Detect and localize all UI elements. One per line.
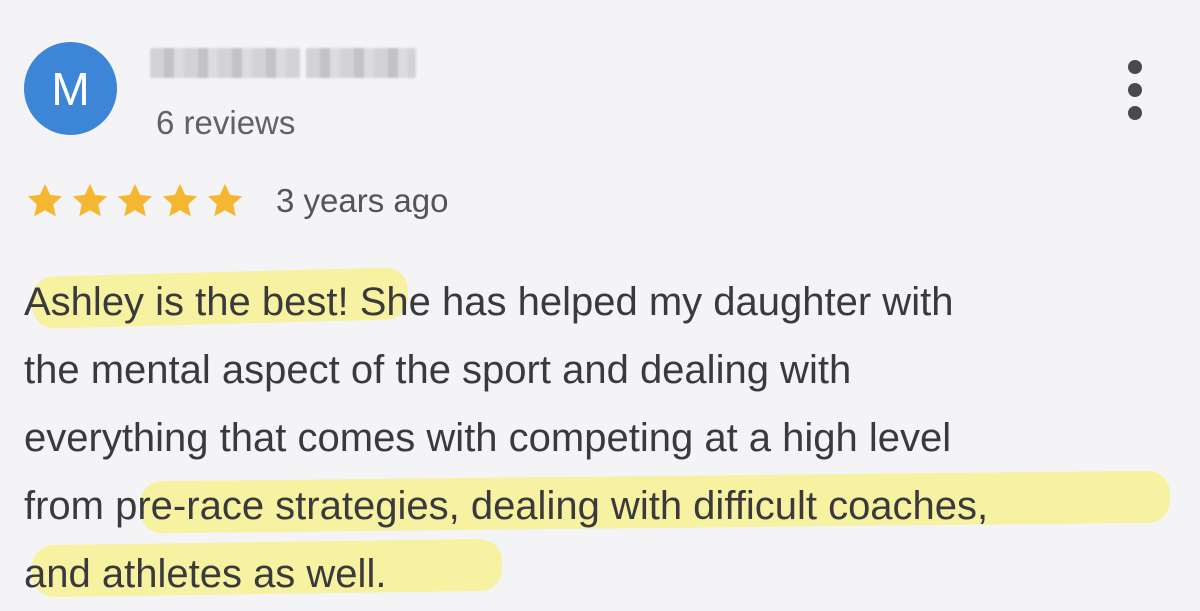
review-line: Ashley is the best! She has helped my da…	[24, 280, 954, 324]
star-icon	[162, 183, 198, 217]
star-rating	[24, 180, 246, 222]
star-icon	[117, 183, 153, 217]
star-icon	[27, 183, 63, 217]
review-line: the mental aspect of the sport and deali…	[24, 348, 852, 392]
avatar-initial: M	[51, 62, 90, 115]
more-vertical-icon[interactable]	[1120, 60, 1150, 120]
review-line: from pre-race strategies, dealing with d…	[24, 484, 989, 528]
star-icon	[207, 183, 243, 217]
star-icon	[72, 183, 108, 217]
avatar[interactable]: M	[24, 42, 117, 135]
review-body: Ashley is the best! She has helped my da…	[24, 267, 1174, 608]
review-line: and athletes as well.	[24, 552, 387, 596]
reviewer-name-redacted	[150, 38, 435, 88]
rating-row: 3 years ago	[24, 176, 448, 226]
review-time: 3 years ago	[276, 182, 449, 219]
review-count[interactable]: 6 reviews	[156, 104, 295, 142]
review-card: M 6 reviews 3 years ago Ashley is the be…	[0, 0, 1200, 611]
review-line: everything that comes with competing at …	[24, 416, 952, 460]
review-text: Ashley is the best! She has helped my da…	[24, 268, 1174, 608]
